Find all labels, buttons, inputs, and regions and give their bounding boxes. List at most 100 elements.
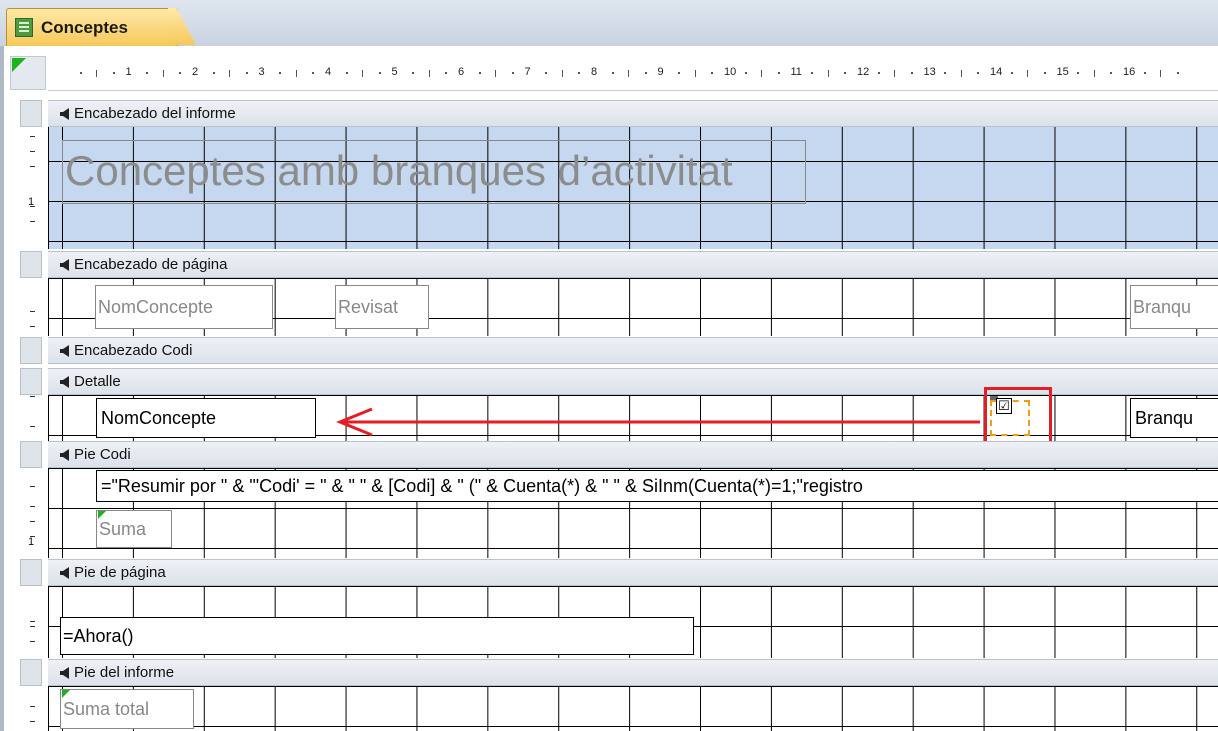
section-arrow-icon xyxy=(60,345,69,357)
section-title: Pie Codi xyxy=(74,446,131,463)
vruler-mark xyxy=(30,486,35,487)
ruler-dot xyxy=(644,72,647,74)
field-nomconcepte[interactable]: NomConcepte xyxy=(96,398,316,438)
ruler-tick xyxy=(1160,70,1162,77)
ruler-dot xyxy=(412,72,415,74)
horizontal-ruler[interactable]: 1 2 3 4 5 6 7 8 9 10 11 12 13 14 15 16 xyxy=(48,58,1218,91)
ruler-tick xyxy=(495,70,497,77)
ruler-dot xyxy=(345,72,348,74)
vruler-mark xyxy=(30,151,35,152)
ruler-dot xyxy=(112,72,115,74)
section-selector-group-footer[interactable] xyxy=(20,441,42,468)
label-revisat[interactable]: Revisat xyxy=(335,285,429,329)
ruler-tick xyxy=(628,70,630,77)
section-selector-report-footer[interactable] xyxy=(20,659,42,686)
section-arrow-icon xyxy=(60,567,69,579)
vruler-mark xyxy=(30,721,35,722)
date-expression-field[interactable]: =Ahora() xyxy=(60,617,694,655)
ruler-dot xyxy=(977,72,980,74)
ruler-number: 1 xyxy=(125,66,132,78)
section-selector-detail[interactable] xyxy=(20,368,42,395)
vruler-mark xyxy=(30,326,35,327)
vruler-mark xyxy=(30,396,35,397)
ruler-dot xyxy=(744,72,747,74)
ruler-dot xyxy=(1110,72,1113,74)
ruler-dot xyxy=(1077,72,1080,74)
ruler-number: 12 xyxy=(857,66,870,78)
error-indicator-icon xyxy=(62,690,70,698)
section-arrow-icon xyxy=(60,108,69,120)
summary-expression-field[interactable]: ="Resumir por " & "'Codi' = " & " " & [C… xyxy=(96,470,1218,502)
tab-conceptes[interactable]: Conceptes xyxy=(6,8,178,46)
ruler-dot xyxy=(212,72,215,74)
ruler-tick xyxy=(362,70,364,77)
vruler-mark xyxy=(30,311,35,312)
ruler-number: 10 xyxy=(724,66,737,78)
ruler-number: 15 xyxy=(1056,66,1069,78)
section-header-group-footer[interactable]: Pie Codi xyxy=(48,441,1218,468)
section-selector-group-header[interactable] xyxy=(20,337,42,364)
section-arrow-icon xyxy=(60,376,69,388)
ruler-dot xyxy=(944,72,947,74)
ruler-dot xyxy=(844,72,847,74)
vruler-mark xyxy=(30,506,35,507)
report-footer-band[interactable] xyxy=(48,686,1218,731)
annotation-highlight-box xyxy=(984,387,1052,446)
vruler-mark xyxy=(30,166,35,167)
ruler-number: 16 xyxy=(1123,66,1136,78)
section-header-group-header[interactable]: Encabezado Codi xyxy=(48,337,1218,364)
section-selector-report-header[interactable] xyxy=(20,100,42,127)
tab-title: Conceptes xyxy=(41,18,128,37)
ruler-dot xyxy=(678,72,681,74)
ruler-number: 2 xyxy=(192,66,199,78)
label-suma[interactable]: Suma xyxy=(96,510,172,548)
ruler-number: 14 xyxy=(990,66,1003,78)
ruler-dot xyxy=(79,72,82,74)
vertical-ruler[interactable]: 1 1 xyxy=(18,96,48,731)
ruler-tick xyxy=(894,70,896,77)
section-selector-page-footer[interactable] xyxy=(20,559,42,586)
ruler-dot xyxy=(378,72,381,74)
field-branqu[interactable]: Branqu xyxy=(1130,398,1218,438)
section-header-report-header[interactable]: Encabezado del informe xyxy=(48,100,1218,127)
section-selector-page-header[interactable] xyxy=(20,251,42,278)
ruler-dot xyxy=(1176,72,1179,74)
ruler-number: 3 xyxy=(258,66,265,78)
section-title: Pie de página xyxy=(74,564,166,581)
label-nomconcepte[interactable]: NomConcepte xyxy=(95,285,273,329)
section-title: Pie del informe xyxy=(74,664,175,681)
ruler-number: 11 xyxy=(790,66,802,78)
vruler-mark xyxy=(30,426,35,427)
vruler-number: 1 xyxy=(28,536,35,548)
section-header-report-footer[interactable]: Pie del informe xyxy=(48,659,1218,686)
report-title-label[interactable]: Conceptes amb branques d’activitat xyxy=(62,140,806,204)
vruler-mark xyxy=(30,706,35,707)
label-suma-total[interactable]: Suma total xyxy=(60,689,194,729)
annotation-arrow xyxy=(336,407,980,437)
ruler-dot xyxy=(777,72,780,74)
ruler-tick xyxy=(229,70,231,77)
vruler-mark xyxy=(30,641,35,642)
section-title: Encabezado Codi xyxy=(74,342,193,359)
vruler-mark xyxy=(30,621,35,622)
vruler-mark xyxy=(30,221,35,222)
label-branqu[interactable]: Branqu xyxy=(1130,285,1218,329)
section-arrow-icon xyxy=(60,449,69,461)
section-arrow-icon xyxy=(60,259,69,271)
report-icon xyxy=(15,18,33,37)
section-arrow-icon xyxy=(60,667,69,679)
section-header-page-footer[interactable]: Pie de página xyxy=(48,559,1218,586)
ruler-dot xyxy=(478,72,481,74)
ruler-tick xyxy=(96,70,98,77)
section-header-page-header[interactable]: Encabezado de página xyxy=(48,251,1218,278)
ruler-tick xyxy=(1027,70,1029,77)
ruler-dot xyxy=(877,72,880,74)
ruler-dot xyxy=(711,72,714,74)
ruler-dot xyxy=(910,72,913,74)
ruler-dot xyxy=(578,72,581,74)
ruler-dot xyxy=(245,72,248,74)
ruler-number: 5 xyxy=(391,66,398,78)
vruler-mark xyxy=(30,536,35,537)
ruler-number: 8 xyxy=(591,66,598,78)
ruler-dot xyxy=(1043,72,1046,74)
